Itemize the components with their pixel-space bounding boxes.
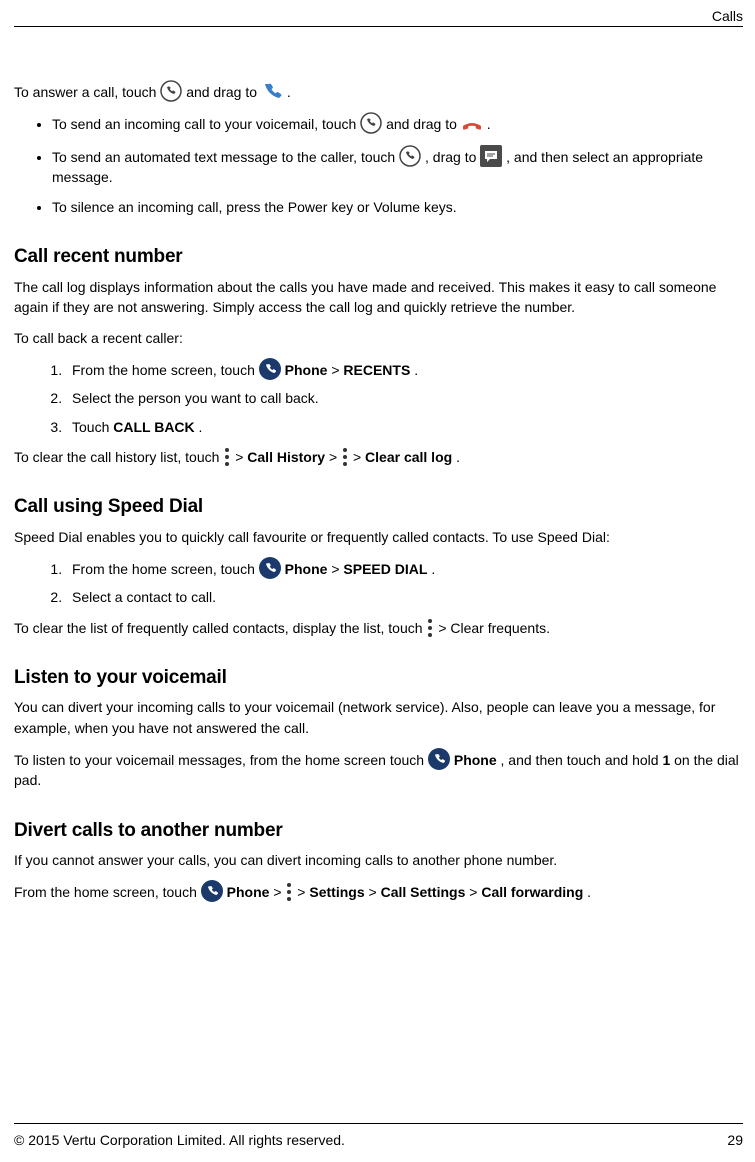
text: .: [414, 362, 418, 378]
text: .: [487, 116, 491, 132]
label-phone: Phone: [285, 561, 328, 577]
footer-rule: [14, 1123, 743, 1124]
text: .: [587, 884, 591, 900]
text: To send an automated text message to the…: [52, 149, 399, 165]
text: , and then touch and hold: [501, 752, 663, 768]
list-item: Select the person you want to call back.: [66, 388, 743, 408]
label-call-settings: Call Settings: [381, 884, 466, 900]
handset-circle-icon: [360, 112, 382, 134]
label-phone: Phone: [227, 884, 270, 900]
label-settings: Settings: [309, 884, 364, 900]
text: You can divert your incoming calls to yo…: [14, 697, 743, 738]
label-speed-dial: SPEED DIAL: [343, 561, 427, 577]
phone-app-icon: [428, 748, 450, 770]
list-item: From the home screen, touch Phone > SPEE…: [66, 557, 743, 579]
text: .: [199, 419, 203, 435]
list-item: To send an automated text message to the…: [52, 145, 743, 188]
text: Speed Dial enables you to quickly call f…: [14, 527, 743, 547]
label-phone: Phone: [285, 362, 328, 378]
text: > Clear frequents.: [438, 620, 550, 636]
text: >: [331, 362, 343, 378]
list-item: Select a contact to call.: [66, 587, 743, 607]
handset-circle-icon: [399, 145, 421, 167]
text: >: [353, 449, 365, 465]
text: .: [287, 84, 291, 100]
clear-frequents-line: To clear the list of frequently called c…: [14, 618, 743, 638]
text: From the home screen, touch: [72, 561, 259, 577]
message-square-icon: [480, 145, 502, 167]
heading-divert: Divert calls to another number: [14, 817, 743, 845]
text: To send an incoming call to your voicema…: [52, 116, 360, 132]
divert-line: From the home screen, touch Phone > > Se…: [14, 880, 743, 902]
label-recents: RECENTS: [343, 362, 410, 378]
text: >: [331, 561, 343, 577]
text: To answer a call, touch: [14, 84, 160, 100]
handset-blue-icon: [261, 82, 283, 102]
label-call-forwarding: Call forwarding: [481, 884, 583, 900]
text: >: [469, 884, 481, 900]
label-call-history: Call History: [247, 449, 325, 465]
list-item: From the home screen, touch Phone > RECE…: [66, 358, 743, 380]
label-phone: Phone: [454, 752, 497, 768]
text: .: [456, 449, 460, 465]
speed-dial-steps: From the home screen, touch Phone > SPEE…: [14, 557, 743, 608]
label-one-key: 1: [662, 752, 670, 768]
text: If you cannot answer your calls, you can…: [14, 850, 743, 870]
text: , drag to: [425, 149, 480, 165]
text: To clear the call history list, touch: [14, 449, 223, 465]
heading-call-recent: Call recent number: [14, 243, 743, 271]
handset-red-icon: [461, 114, 483, 134]
answer-call-options: To send an incoming call to your voicema…: [14, 112, 743, 217]
page-content: To answer a call, touch and drag to . To…: [14, 80, 743, 1106]
answer-call-line: To answer a call, touch and drag to .: [14, 80, 743, 102]
text: To clear the list of frequently called c…: [14, 620, 426, 636]
text: From the home screen, touch: [72, 362, 259, 378]
label-clear-call-log: Clear call log: [365, 449, 452, 465]
text: and drag to: [386, 116, 461, 132]
copyright-text: © 2015 Vertu Corporation Limited. All ri…: [14, 1130, 345, 1150]
text: Touch: [72, 419, 113, 435]
handset-circle-icon: [160, 80, 182, 102]
text: >: [297, 884, 309, 900]
label-call-back: CALL BACK: [113, 419, 194, 435]
text: and drag to: [186, 84, 261, 100]
text: To listen to your voicemail messages, fr…: [14, 752, 428, 768]
overflow-menu-icon: [426, 618, 434, 638]
heading-speed-dial: Call using Speed Dial: [14, 493, 743, 521]
page-header-label: Calls: [712, 6, 743, 26]
text: To call back a recent caller:: [14, 328, 743, 348]
text: >: [369, 884, 381, 900]
text: >: [273, 884, 285, 900]
text: >: [329, 449, 341, 465]
phone-app-icon: [201, 880, 223, 902]
phone-app-icon: [259, 557, 281, 579]
list-item: Touch CALL BACK .: [66, 417, 743, 437]
text: From the home screen, touch: [14, 884, 201, 900]
call-recent-steps: From the home screen, touch Phone > RECE…: [14, 358, 743, 437]
list-item: To send an incoming call to your voicema…: [52, 112, 743, 134]
page-footer: © 2015 Vertu Corporation Limited. All ri…: [14, 1123, 743, 1150]
page-number: 29: [727, 1130, 743, 1150]
overflow-menu-icon: [341, 447, 349, 467]
clear-history-line: To clear the call history list, touch > …: [14, 447, 743, 467]
text: .: [431, 561, 435, 577]
text: >: [235, 449, 247, 465]
header-rule: [14, 26, 743, 27]
phone-app-icon: [259, 358, 281, 380]
text: The call log displays information about …: [14, 277, 743, 318]
list-item: To silence an incoming call, press the P…: [52, 197, 743, 217]
overflow-menu-icon: [223, 447, 231, 467]
overflow-menu-icon: [285, 882, 293, 902]
heading-voicemail: Listen to your voicemail: [14, 664, 743, 692]
voicemail-line: To listen to your voicemail messages, fr…: [14, 748, 743, 791]
